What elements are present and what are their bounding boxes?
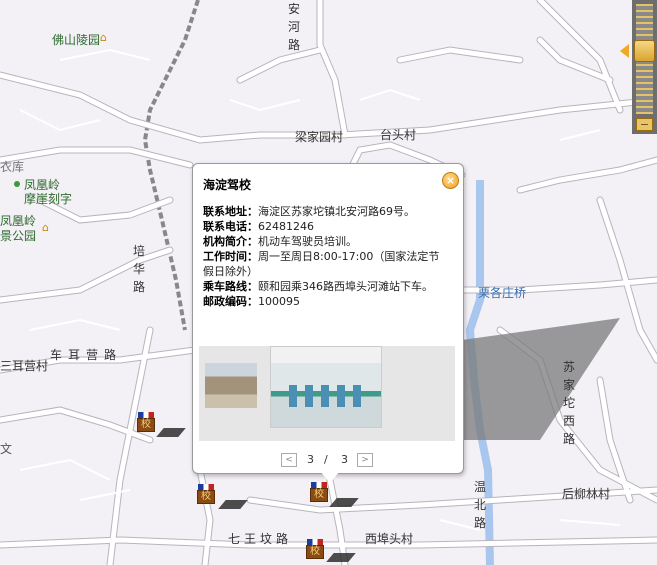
- info-window: 海淀驾校 × 联系地址：海淀区苏家坨镇北安河路69号。 联系电话：6248124…: [192, 163, 464, 474]
- zoom-control: −: [632, 0, 657, 134]
- route-key: 乘车路线：: [203, 280, 258, 293]
- address-value: 海淀区苏家坨镇北安河路69号。: [258, 205, 415, 218]
- su-jia-tuo-xi-lu-label: 苏家坨西路: [562, 360, 575, 446]
- yi-ku-label: 衣库: [0, 160, 25, 174]
- park-icon: ⌂: [42, 221, 49, 234]
- an-he-lu-label: 安河路: [287, 2, 300, 52]
- foshan-cemetery-label[interactable]: 佛山陵园: [52, 31, 100, 48]
- map-canvas[interactable]: 佛山陵园 ⌂ 安河路 梁家园村 台头村 衣库 凤凰岭 摩崖刻字 凤凰岭景公园 ⌂…: [0, 0, 657, 565]
- intro-value: 机动车驾驶员培训。: [258, 235, 357, 248]
- route-value: 颐和园乘346路西埠头河滩站下车。: [258, 280, 433, 293]
- pager-total: 3: [341, 453, 348, 466]
- school-marker-icon[interactable]: 校: [309, 482, 329, 502]
- pager-current: 3: [307, 453, 314, 466]
- pei-hua-lu-label: 培华路: [132, 244, 145, 294]
- phone-row: 联系电话：62481246: [203, 219, 443, 234]
- info-details: 联系地址：海淀区苏家坨镇北安河路69号。 联系电话：62481246 机构简介：…: [203, 204, 443, 309]
- zoom-out-button[interactable]: −: [636, 118, 653, 131]
- qi-wang-fen-lu-label: 七王坟路: [228, 532, 293, 546]
- scenic-dot-icon: [14, 181, 20, 187]
- postcode-key: 邮政编码：: [203, 295, 258, 308]
- intro-key: 机构简介：: [203, 235, 258, 248]
- prev-page-button[interactable]: <: [281, 453, 297, 467]
- route-row: 乘车路线：颐和园乘346路西埠头河滩站下车。: [203, 279, 443, 294]
- fenghuangling-park-label[interactable]: 凤凰岭景公园: [0, 214, 45, 244]
- moya-label[interactable]: 摩崖刻字: [24, 190, 72, 207]
- photo-thumbnail[interactable]: [205, 363, 257, 408]
- wen-char-label: 文: [0, 442, 13, 456]
- wen-bei-lu-label: 温北路: [473, 480, 486, 530]
- pager-separator: /: [324, 453, 328, 466]
- school-marker-icon[interactable]: 校: [196, 484, 216, 504]
- jing-ge-zhuang-bridge-label[interactable]: 栗各庄桥: [478, 284, 526, 301]
- school-marker-icon[interactable]: 校: [305, 539, 325, 559]
- cemetery-icon: ⌂: [100, 31, 107, 44]
- photo-pager: < 3 / 3 >: [281, 452, 373, 468]
- hours-key: 工作时间：: [203, 250, 258, 263]
- phone-value: 62481246: [258, 220, 314, 233]
- info-window-pointer: [320, 471, 340, 483]
- xi-huang-tou-label[interactable]: 西埠头村: [365, 530, 413, 547]
- school-marker-icon[interactable]: 校: [136, 412, 156, 432]
- hours-row: 工作时间：周一至周日8:00-17:00（国家法定节假日除外）: [203, 249, 443, 279]
- taitou-label[interactable]: 台头村: [380, 126, 416, 143]
- address-key: 联系地址：: [203, 205, 258, 218]
- che-er-ying-lu-label: 车耳营路: [50, 348, 123, 362]
- postcode-value: 100095: [258, 295, 300, 308]
- sanerying-label[interactable]: 三耳营村: [0, 357, 48, 374]
- info-window-title: 海淀驾校: [203, 178, 252, 192]
- next-page-button[interactable]: >: [357, 453, 373, 467]
- liangjiayuan-label[interactable]: 梁家园村: [295, 128, 343, 145]
- pan-left-arrow-icon[interactable]: [620, 44, 629, 58]
- photo-gallery: [199, 346, 455, 441]
- zoom-slider-handle[interactable]: [634, 40, 655, 62]
- phone-key: 联系电话：: [203, 220, 258, 233]
- address-row: 联系地址：海淀区苏家坨镇北安河路69号。: [203, 204, 443, 219]
- close-button[interactable]: ×: [442, 172, 459, 189]
- photo-main[interactable]: [270, 346, 382, 428]
- postcode-row: 邮政编码：100095: [203, 294, 443, 309]
- hou-liu-lin-label[interactable]: 后柳林村: [562, 485, 610, 502]
- intro-row: 机构简介：机动车驾驶员培训。: [203, 234, 443, 249]
